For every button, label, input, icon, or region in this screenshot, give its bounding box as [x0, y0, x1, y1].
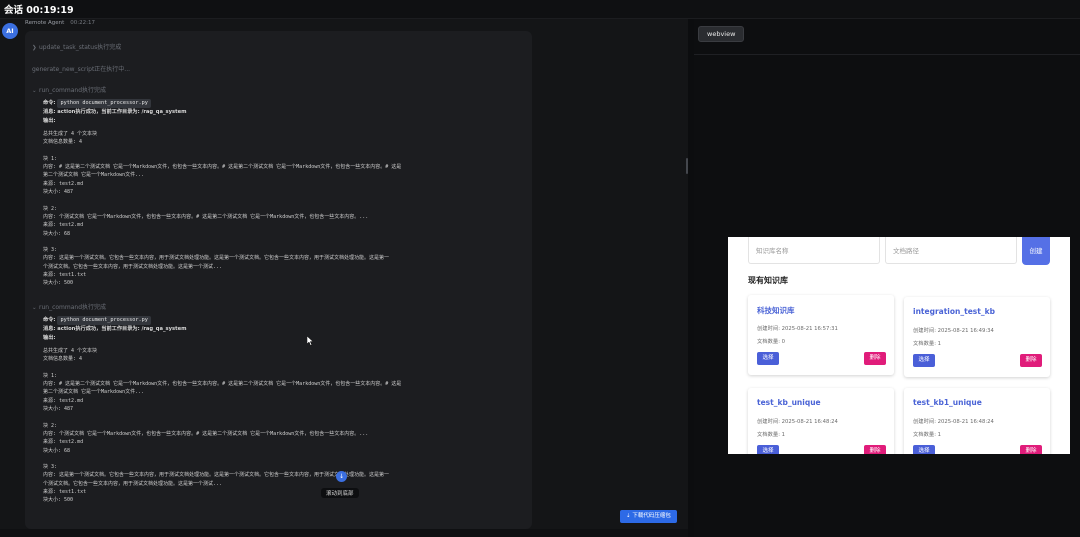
kb-created-time: 创建时间: 2025-08-21 16:49:34	[913, 328, 994, 334]
kb-name[interactable]: 科技知识库	[757, 305, 795, 316]
command-code: python document_processor.py	[57, 316, 151, 325]
kb-delete-button[interactable]: 删除	[864, 445, 886, 454]
command-output: 总共生成了 4 个文本块 文档信息数量: 4 块 1: 内容: # 这是第二个测…	[43, 348, 402, 504]
step-run-command-2[interactable]: ⌄ run_command执行完成	[32, 302, 106, 311]
kb-doc-count: 文档数量: 1	[757, 432, 786, 438]
kb-select-button[interactable]: 选择	[913, 445, 935, 454]
arrow-down-icon: ↓	[338, 473, 345, 480]
right-pane: webview 知识库名称 文档路径 创建 现有知识库 科技知识库 创建时间: …	[694, 19, 1080, 537]
kb-delete-button[interactable]: 删除	[1020, 354, 1042, 367]
kb-doc-count: 文档数量: 1	[913, 341, 942, 347]
chevron-down-icon: ⌄	[32, 88, 37, 94]
kb-card[interactable]: 科技知识库 创建时间: 2025-08-21 16:57:31 文档数量: 0 …	[748, 295, 894, 375]
tab-webview[interactable]: webview	[698, 26, 745, 42]
command-message: 消息: action执行成功，当前工作目录为: /rag_qa_system	[43, 109, 187, 115]
top-bar: 会话 00:19:19	[0, 0, 1080, 19]
download-code-zip-button[interactable]: ⇣ 下载代码压缩包	[620, 510, 677, 523]
scroll-to-bottom-button[interactable]: ↓	[336, 471, 347, 482]
bottom-strip	[0, 529, 688, 537]
webview-frame[interactable]: 知识库名称 文档路径 创建 现有知识库 科技知识库 创建时间: 2025-08-…	[728, 237, 1070, 454]
output-label: 输出:	[43, 334, 56, 341]
kb-name-input[interactable]: 知识库名称	[748, 237, 880, 264]
scroll-to-bottom-label[interactable]: 滚动到底部	[321, 488, 359, 498]
message-sender: Remote Agent 00:22:17	[25, 20, 95, 26]
session-title: 会话 00:19:19	[4, 5, 74, 16]
kb-select-button[interactable]: 选择	[913, 354, 935, 367]
command-line: 命令: python document_processor.py	[43, 99, 525, 108]
kb-delete-button[interactable]: 删除	[864, 352, 886, 365]
kb-name[interactable]: test_kb1_unique	[913, 398, 982, 407]
command-message: 消息: action执行成功，当前工作目录为: /rag_qa_system	[43, 326, 187, 332]
sender-name: Remote Agent	[25, 20, 65, 26]
create-kb-button[interactable]: 创建	[1022, 237, 1050, 265]
message-time: 00:22:17	[70, 20, 95, 26]
doc-path-input[interactable]: 文档路径	[885, 237, 1017, 264]
agent-message-bubble: ❯ update_task_status执行完成 generate_new_scr…	[25, 31, 532, 529]
kb-created-time: 创建时间: 2025-08-21 16:48:24	[913, 419, 994, 425]
command-result-2: 命令: python document_processor.py 消息: acti…	[43, 316, 525, 505]
command-output: 总共生成了 4 个文本块 文档信息数量: 4 块 1: 内容: # 这是第二个测…	[43, 131, 402, 287]
kb-name[interactable]: test_kb_unique	[757, 398, 821, 407]
output-label: 输出:	[43, 117, 56, 124]
mouse-cursor-icon	[307, 336, 314, 346]
kb-doc-count: 文档数量: 1	[913, 432, 942, 438]
tab-divider	[694, 54, 1080, 55]
command-code: python document_processor.py	[57, 99, 151, 108]
kb-select-button[interactable]: 选择	[757, 352, 779, 365]
kb-select-button[interactable]: 选择	[757, 445, 779, 454]
command-result-1: 命令: python document_processor.py 消息: acti…	[43, 99, 525, 288]
step-update-task-status[interactable]: ❯ update_task_status执行完成	[32, 42, 121, 51]
kb-card[interactable]: test_kb_unique 创建时间: 2025-08-21 16:48:24…	[748, 388, 894, 454]
divider-handle[interactable]	[686, 158, 688, 174]
kb-doc-count: 文档数量: 0	[757, 339, 786, 345]
chevron-right-icon: ❯	[32, 45, 37, 51]
kb-delete-button[interactable]: 删除	[1020, 445, 1042, 454]
kb-card[interactable]: test_kb1_unique 创建时间: 2025-08-21 16:48:2…	[904, 388, 1050, 454]
kb-created-time: 创建时间: 2025-08-21 16:48:24	[757, 419, 838, 425]
chevron-down-icon: ⌄	[32, 305, 37, 311]
kb-name[interactable]: integration_test_kb	[913, 307, 995, 316]
kb-created-time: 创建时间: 2025-08-21 16:57:31	[757, 326, 838, 332]
kb-card[interactable]: integration_test_kb 创建时间: 2025-08-21 16:…	[904, 297, 1050, 377]
existing-kb-title: 现有知识库	[748, 276, 788, 285]
command-line: 命令: python document_processor.py	[43, 316, 525, 325]
step-generate-new-script: generate_new_script正在执行中...	[32, 66, 131, 73]
agent-avatar: AI	[2, 23, 18, 39]
chat-pane[interactable]: AI Remote Agent 00:22:17 ❯ update_task_sta…	[0, 19, 688, 529]
step-run-command-1[interactable]: ⌄ run_command执行完成	[32, 85, 106, 94]
